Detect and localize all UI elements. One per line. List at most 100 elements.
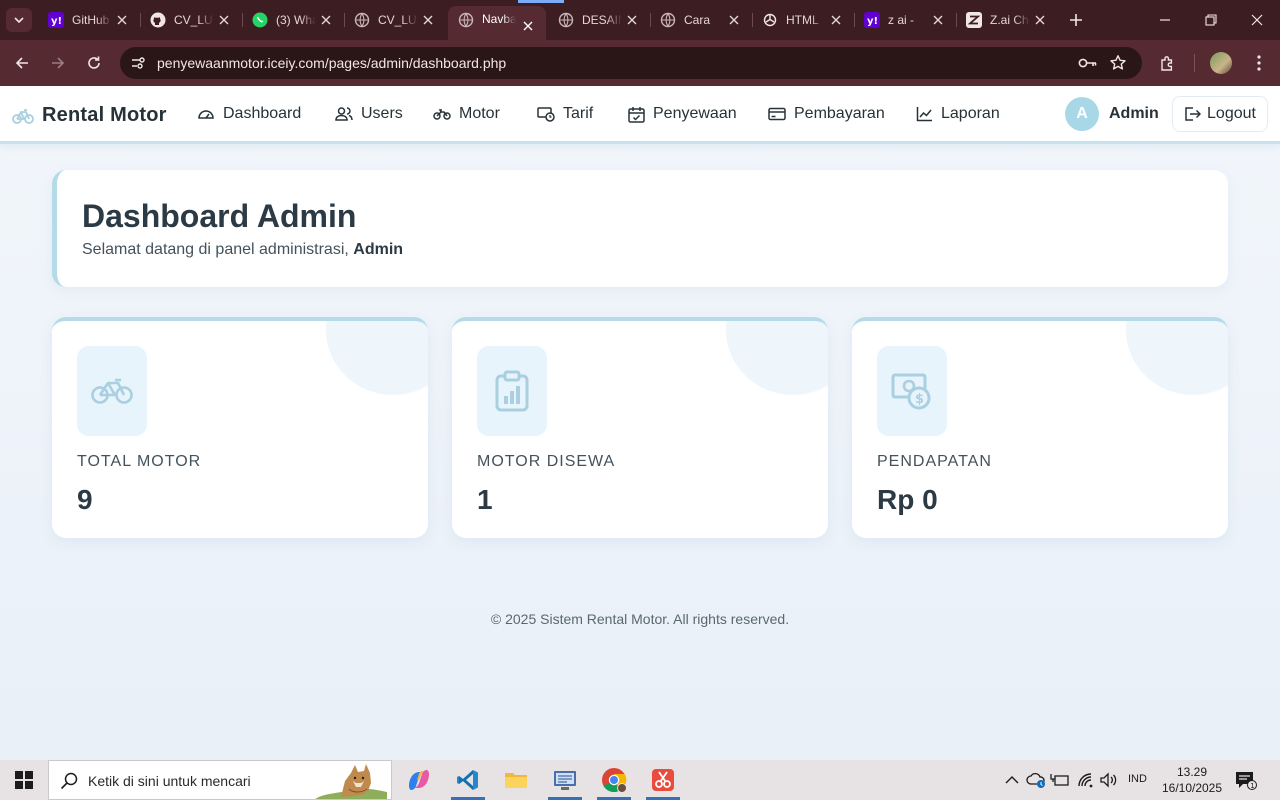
arrow-right-icon (52, 57, 65, 69)
new-tab-button[interactable] (1066, 10, 1086, 30)
browser-tab[interactable]: y! GitHub (38, 6, 141, 34)
stat-label: MOTOR DISEWA (477, 453, 616, 470)
browser-tab[interactable]: y! z ai - (854, 6, 957, 34)
browser-tab[interactable]: CV_LUKMAN (140, 6, 243, 34)
close-icon[interactable] (624, 12, 640, 28)
nav-link-label: Penyewaan (653, 105, 737, 122)
address-bar[interactable]: penyewaanmotor.iceiy.com/pages/admin/das… (120, 47, 1142, 79)
nav-link-label: Dashboard (223, 105, 302, 122)
openai-icon (762, 12, 778, 28)
more-vertical-icon (1257, 55, 1261, 71)
system-clock[interactable]: 13.29 16/10/2025 (1158, 764, 1226, 796)
chevron-up-icon (1005, 776, 1019, 784)
nav-link-tarif[interactable]: Tarif (537, 105, 593, 123)
bookmark-star-icon[interactable] (1108, 53, 1128, 73)
back-button[interactable] (10, 51, 34, 75)
forward-button[interactable] (46, 51, 70, 75)
calendar-check-icon (628, 106, 645, 123)
minimize-button[interactable] (1142, 0, 1188, 40)
profile-avatar[interactable] (1210, 52, 1232, 74)
chevron-down-icon (14, 17, 24, 24)
cloud-sync-icon (1026, 772, 1045, 788)
bicycle-icon (12, 108, 34, 124)
tray-onedrive[interactable] (1026, 770, 1046, 790)
tray-overflow-button[interactable] (1002, 770, 1022, 790)
decorative-circle (726, 321, 828, 395)
reload-button[interactable] (82, 51, 106, 75)
stat-icon-box: $ (877, 346, 947, 436)
taskbar-search-box[interactable]: Ketik di sini untuk mencari (48, 760, 392, 800)
close-icon[interactable] (420, 12, 436, 28)
close-icon[interactable] (216, 12, 232, 28)
stat-card-total-motor: TOTAL MOTOR 9 (52, 317, 428, 538)
logout-button[interactable]: Logout (1172, 96, 1268, 132)
tab-title: Z.ai Chat (990, 13, 1030, 27)
url-text[interactable]: penyewaanmotor.iceiy.com/pages/admin/das… (157, 55, 506, 71)
tray-device[interactable] (1050, 770, 1070, 790)
browser-tab-strip: y! GitHub CV_LUKMAN (3) WhatsApp CV_LUKM… (0, 0, 1280, 40)
tray-volume[interactable] (1099, 770, 1119, 790)
lynx-illustration-icon (315, 764, 387, 799)
clock-time: 13.29 (1176, 765, 1208, 779)
close-icon[interactable] (828, 12, 844, 28)
browser-tab[interactable]: (3) WhatsApp (242, 6, 345, 34)
taskbar-snipping-tool[interactable] (640, 760, 686, 800)
nav-link-users[interactable]: Users (335, 105, 403, 123)
tray-network[interactable] (1076, 770, 1096, 790)
globe-icon (660, 12, 676, 28)
brand[interactable]: Rental Motor (12, 104, 167, 127)
stat-value: 9 (77, 484, 93, 515)
windows-icon (15, 771, 33, 789)
nav-link-motor[interactable]: Motor (433, 105, 500, 123)
tab-search-button[interactable] (6, 8, 32, 32)
tab-title: GitHub (72, 13, 110, 27)
password-key-icon[interactable] (1078, 54, 1098, 72)
browser-tab[interactable]: DESAIN (548, 6, 651, 34)
close-icon[interactable] (726, 12, 742, 28)
browser-tab[interactable]: HTML (752, 6, 855, 34)
browser-tab-active[interactable]: Navbar (448, 0, 564, 40)
nav-link-penyewaan[interactable]: Penyewaan (628, 105, 737, 123)
tab-title: Cara (684, 13, 711, 27)
taskbar-chrome[interactable] (591, 760, 637, 800)
close-window-button[interactable] (1234, 0, 1280, 40)
close-icon[interactable] (114, 12, 130, 28)
nav-link-pembayaran[interactable]: Pembayaran (768, 105, 885, 123)
nav-link-laporan[interactable]: Laporan (916, 105, 1000, 123)
globe-icon (458, 12, 474, 28)
close-icon[interactable] (318, 12, 334, 28)
browser-tab[interactable]: CV_LUKMAN (344, 6, 446, 34)
stat-icon-box (477, 346, 547, 436)
taskbar-vscode[interactable] (445, 760, 491, 800)
search-placeholder: Ketik di sini untuk mencari (88, 773, 251, 789)
close-icon[interactable] (520, 18, 536, 34)
restore-button[interactable] (1188, 0, 1234, 40)
welcome-card: Dashboard Admin Selamat datang di panel … (52, 170, 1228, 287)
stat-label: TOTAL MOTOR (77, 453, 202, 470)
credit-card-icon (768, 107, 786, 121)
browser-tab[interactable]: Cara (650, 6, 753, 34)
close-icon (1251, 14, 1263, 26)
taskbar-copilot[interactable] (396, 760, 442, 800)
extensions-button[interactable] (1156, 51, 1180, 75)
notification-center-button[interactable]: 1 (1234, 769, 1258, 791)
nav-link-dashboard[interactable]: Dashboard (197, 105, 301, 123)
user-menu[interactable]: A Admin (1065, 97, 1159, 131)
tab-title: Navbar (482, 12, 516, 26)
stat-value: 1 (477, 484, 493, 515)
site-settings-icon[interactable] (128, 53, 148, 73)
tab-title: z ai - (888, 13, 915, 27)
decorative-circle (1126, 321, 1228, 395)
taskbar-file-explorer[interactable] (493, 760, 539, 800)
close-icon[interactable] (930, 12, 946, 28)
svg-text:y!: y! (51, 16, 62, 27)
taskbar-remote-app[interactable] (542, 760, 588, 800)
browser-menu-button[interactable] (1247, 51, 1271, 75)
arrow-left-icon (15, 57, 28, 69)
browser-tab[interactable]: Z.ai Chat (956, 6, 1058, 34)
welcome-user: Admin (353, 241, 404, 258)
close-icon[interactable] (1032, 12, 1048, 28)
input-language[interactable]: IND (1128, 773, 1147, 785)
start-button[interactable] (0, 760, 48, 800)
clipboard-chart-icon (495, 370, 529, 412)
